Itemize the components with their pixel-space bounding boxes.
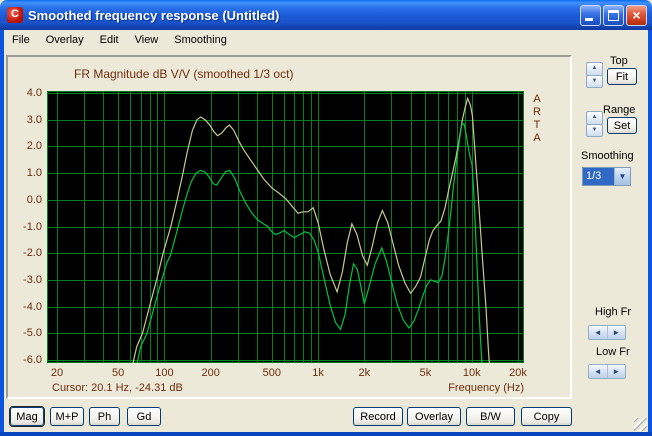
close-button[interactable]: × <box>626 4 647 26</box>
smoothing-label: Smoothing <box>581 150 634 162</box>
cursor-readout: Cursor: 20.1 Hz, -24.31 dB <box>52 382 183 394</box>
fit-button[interactable]: Fit <box>607 68 637 85</box>
y-tick-label: 4.0 <box>26 87 42 99</box>
x-tick-label: 50 <box>112 367 125 379</box>
x-tick-label: 2k <box>358 367 371 379</box>
gd-button[interactable]: Gd <box>127 407 161 426</box>
y-tick-label: -6.0 <box>23 354 42 366</box>
top-spinner[interactable]: ▲ ▼ <box>586 62 603 88</box>
set-button[interactable]: Set <box>607 117 637 134</box>
y-tick-label: -1.0 <box>23 220 42 233</box>
window-border-bottom <box>0 432 652 436</box>
x-tick-label: 100 <box>155 367 174 379</box>
top-label: Top <box>610 55 628 67</box>
y-tick-label: 1.0 <box>26 167 42 180</box>
menu-item-overlay[interactable]: Overlay <box>38 32 92 48</box>
arrow-left-icon[interactable]: ◄ <box>589 365 607 378</box>
y-tick-label: 2.0 <box>26 140 42 153</box>
x-axis-labels: 20 50 100 200 500 1k 2k 5k 10k 20k <box>8 367 570 381</box>
title-bar[interactable]: C Smoothed frequency response (Untitled)… <box>0 0 652 30</box>
bottom-toolbar: Mag M+P Ph Gd Record Overlay B/W Copy <box>0 403 652 432</box>
window-border-left <box>0 30 4 436</box>
high-fr-label: High Fr <box>595 306 632 318</box>
spin-up-icon[interactable]: ▲ <box>586 62 603 76</box>
x-tick-label: 500 <box>262 367 281 379</box>
resize-grip[interactable] <box>634 418 647 431</box>
y-tick-label: 0.0 <box>26 193 42 206</box>
low-fr-label: Low Fr <box>596 346 630 358</box>
x-tick-label: 20 <box>50 367 64 379</box>
smoothing-select[interactable]: 1/3 ▼ <box>582 167 631 186</box>
watermark-letter: A <box>533 93 541 105</box>
mag-button[interactable]: Mag <box>10 407 44 426</box>
watermark-letter: A <box>533 132 541 144</box>
y-tick-label: -2.0 <box>23 247 42 260</box>
x-tick-label: 20k <box>509 367 527 379</box>
range-label: Range <box>603 104 636 116</box>
menu-item-smoothing[interactable]: Smoothing <box>166 32 235 48</box>
spin-up-icon[interactable]: ▲ <box>586 111 603 125</box>
window-controls: × <box>580 4 647 26</box>
maximize-icon <box>608 9 619 21</box>
menu-item-edit[interactable]: Edit <box>92 32 127 48</box>
minimize-button[interactable] <box>580 4 601 26</box>
app-icon: C <box>7 7 23 23</box>
spin-down-icon[interactable]: ▼ <box>586 74 603 88</box>
y-tick-label: -3.0 <box>23 273 42 286</box>
right-control-panel: Top ▲ ▼ Fit Range ▲ ▼ Set Smoothing 1/3 … <box>576 47 648 399</box>
window-title: Smoothed frequency response (Untitled) <box>28 7 280 23</box>
arrow-right-icon[interactable]: ► <box>606 326 626 339</box>
low-fr-arrows[interactable]: ◄ ► <box>588 364 626 379</box>
x-axis-label: Frequency (Hz) <box>448 382 524 394</box>
frequency-response-plot[interactable] <box>47 91 524 363</box>
y-tick-label: 3.0 <box>26 113 42 126</box>
record-button[interactable]: Record <box>353 407 403 426</box>
minimize-icon <box>585 17 593 21</box>
plot-title: FR Magnitude dB V/V (smoothed 1/3 oct) <box>74 67 294 81</box>
arrow-right-icon[interactable]: ► <box>606 365 626 378</box>
arrow-left-icon[interactable]: ◄ <box>589 326 607 339</box>
watermark-letter: R <box>533 106 541 118</box>
y-tick-label: -5.0 <box>23 327 42 340</box>
graph-panel: FR Magnitude dB V/V (smoothed 1/3 oct) 4… <box>6 55 572 399</box>
smoothing-value: 1/3 <box>583 168 614 185</box>
y-tick-label: -4.0 <box>23 300 42 313</box>
chevron-down-icon[interactable]: ▼ <box>614 168 630 185</box>
menu-bar: File Overlay Edit View Smoothing <box>4 30 648 49</box>
app-window: C Smoothed frequency response (Untitled)… <box>0 0 652 436</box>
x-tick-label: 200 <box>201 367 220 379</box>
high-fr-arrows[interactable]: ◄ ► <box>588 325 626 340</box>
x-tick-label: 5k <box>419 367 432 379</box>
ph-button[interactable]: Ph <box>89 407 120 426</box>
arta-watermark: ARTA <box>530 93 544 145</box>
menu-item-file[interactable]: File <box>4 32 38 48</box>
close-icon: × <box>632 6 641 23</box>
watermark-letter: T <box>533 119 541 131</box>
bw-button[interactable]: B/W <box>466 407 515 426</box>
menu-item-view[interactable]: View <box>127 32 167 48</box>
m-plus-p-button[interactable]: M+P <box>50 407 84 426</box>
maximize-button[interactable] <box>603 4 624 26</box>
range-spinner[interactable]: ▲ ▼ <box>586 111 603 137</box>
x-tick-label: 1k <box>312 367 324 379</box>
overlay-button[interactable]: Overlay <box>407 407 461 426</box>
window-border-right <box>648 30 652 436</box>
x-tick-label: 10k <box>462 367 481 379</box>
spin-down-icon[interactable]: ▼ <box>586 123 603 137</box>
copy-button[interactable]: Copy <box>521 407 572 426</box>
